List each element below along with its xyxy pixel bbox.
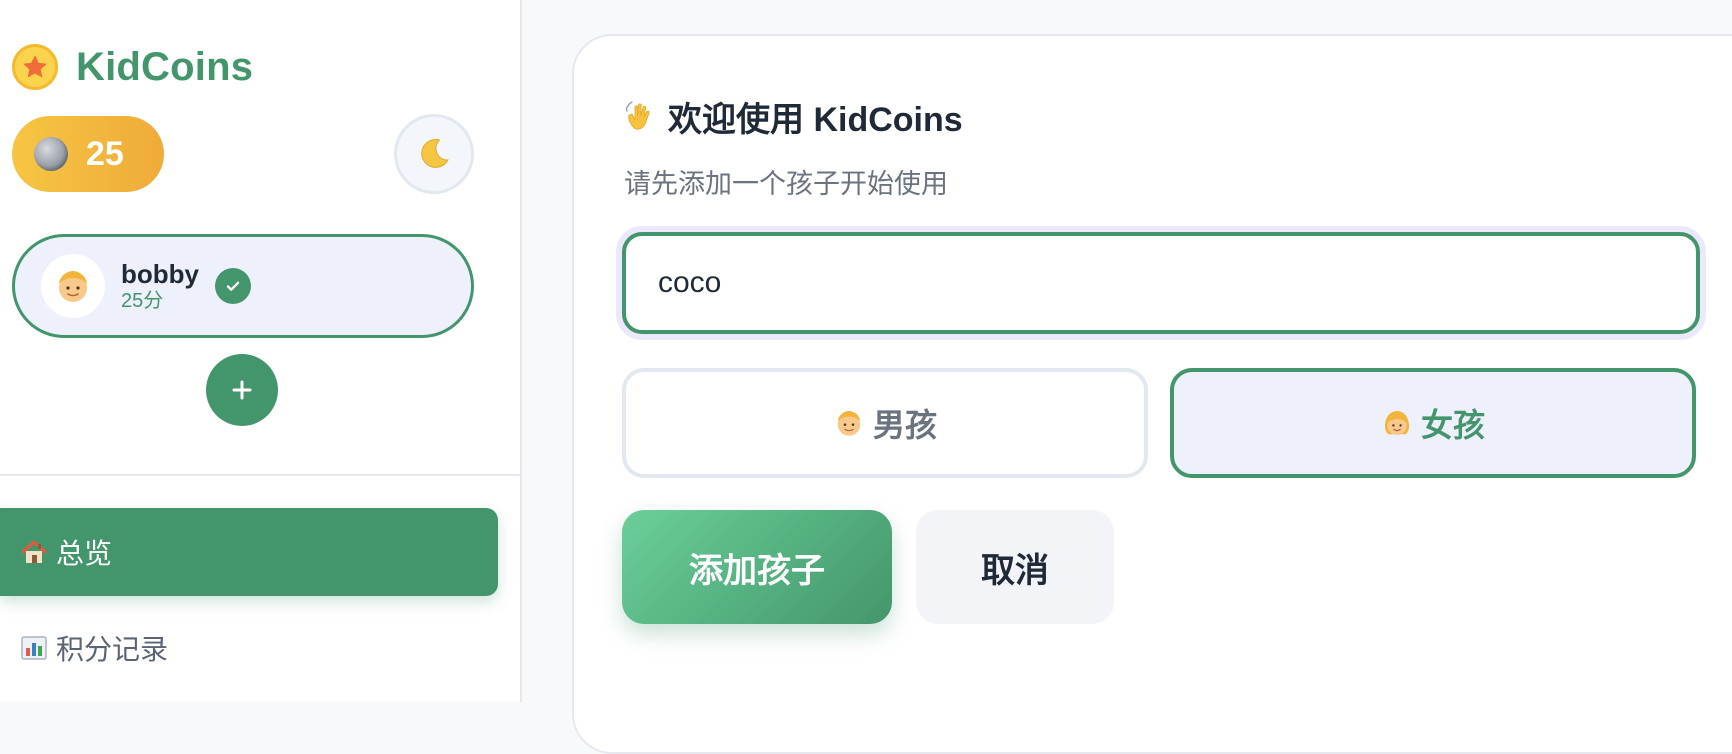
nav-item-overview[interactable]: 总览: [0, 508, 498, 596]
welcome-title-text: 欢迎使用 KidCoins: [668, 101, 963, 139]
cancel-button[interactable]: 取消: [916, 510, 1114, 624]
boy-face-icon: [59, 271, 87, 302]
boy-face-icon: [833, 407, 865, 439]
sidebar-divider: [0, 474, 522, 476]
coin-balance: 25: [12, 116, 164, 192]
gender-option-label: 女孩: [1420, 407, 1485, 443]
house-icon: [20, 538, 48, 566]
gender-option-girl[interactable]: 女孩: [1170, 368, 1696, 478]
welcome-panel: 欢迎使用 KidCoins 请先添加一个孩子开始使用 男孩: [572, 34, 1732, 754]
theme-toggle-button[interactable]: [394, 114, 474, 194]
star-icon: [12, 44, 58, 90]
page-title: 欢迎使用 KidCoins: [624, 92, 963, 141]
gender-option-boy[interactable]: 男孩: [622, 368, 1148, 478]
child-name-input[interactable]: [622, 232, 1700, 334]
nav-item-label: 总览: [56, 538, 113, 569]
plus-icon: [232, 380, 252, 400]
gender-option-label: 男孩: [872, 407, 937, 443]
child-score: 25分: [121, 290, 164, 312]
bar-chart-icon: [20, 634, 48, 662]
coin-icon: [34, 137, 68, 171]
waving-hand-icon: [624, 98, 662, 136]
add-child-submit-button[interactable]: 添加孩子: [622, 510, 892, 624]
girl-face-icon: [1381, 407, 1413, 439]
child-name: bobby: [121, 259, 199, 289]
sidebar: KidCoins 25 bobby 25分 总览 积分记录: [0, 0, 522, 702]
welcome-subtitle: 请先添加一个孩子开始使用: [624, 169, 948, 199]
add-child-button[interactable]: [206, 354, 278, 426]
child-info: bobby 25分: [121, 259, 199, 313]
app-title: KidCoins: [76, 44, 254, 89]
nav-item-points-history[interactable]: 积分记录: [0, 604, 498, 692]
coin-balance-value: 25: [86, 134, 124, 173]
check-icon: [215, 268, 251, 304]
nav-item-label: 积分记录: [56, 634, 169, 665]
moon-icon: [421, 139, 449, 168]
child-card-bobby[interactable]: bobby 25分: [12, 234, 474, 338]
avatar: [41, 254, 105, 318]
brand: KidCoins: [12, 44, 253, 90]
